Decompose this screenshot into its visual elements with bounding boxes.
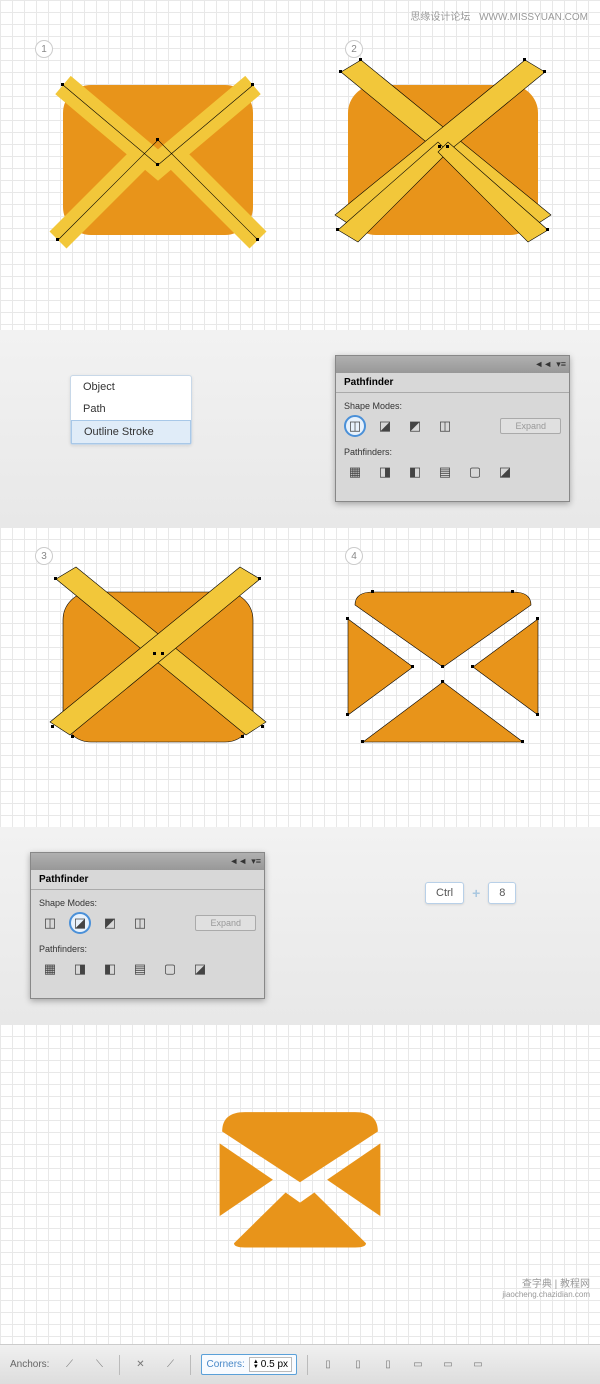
shape-modes-label: Shape Modes: — [344, 401, 561, 411]
footer-watermark: 查字典 | 教程网 jiaocheng.chazidian.com — [502, 1275, 590, 1299]
exclude-icon[interactable]: ◫ — [129, 912, 151, 934]
connect-anchor-icon[interactable]: ⟋ — [160, 1355, 180, 1375]
artwork-step-1[interactable] — [28, 30, 288, 290]
outline-icon[interactable]: ▢ — [159, 958, 181, 980]
anchors-label: Anchors: — [10, 1359, 49, 1370]
key-8: 8 — [488, 882, 516, 904]
menu-path[interactable]: Path — [71, 398, 191, 420]
trim-icon[interactable]: ◨ — [374, 461, 396, 483]
crop-icon[interactable]: ▤ — [129, 958, 151, 980]
minus-front-icon[interactable]: ◪ — [69, 912, 91, 934]
pathfinder-panel-2: ◄◄ ▾≡ Pathfinder Shape Modes: ◫ ◪ ◩ ◫ Ex… — [30, 852, 265, 999]
control-panel-toolbar: Anchors: ⟋ ⟍ ✕ ⟋ Corners: ▲▼ 0.5 px ▯ ▯ … — [0, 1344, 600, 1384]
convert-smooth-icon[interactable]: ⟋ — [59, 1355, 79, 1375]
pathfinder-panel: ◄◄ ▾≡ Pathfinder Shape Modes: ◫ ◪ ◩ ◫ Ex… — [335, 355, 570, 502]
align-center-v-icon[interactable]: ▭ — [438, 1355, 458, 1375]
crop-icon[interactable]: ▤ — [434, 461, 456, 483]
panel-collapse-icon[interactable]: ◄◄ — [534, 359, 552, 370]
expand-button[interactable]: Expand — [500, 418, 561, 434]
panel-menu-icon[interactable]: ▾≡ — [556, 359, 566, 370]
minus-back-icon[interactable]: ◪ — [189, 958, 211, 980]
divide-icon[interactable]: ▦ — [39, 958, 61, 980]
outline-icon[interactable]: ▢ — [464, 461, 486, 483]
align-left-icon[interactable]: ▯ — [318, 1355, 338, 1375]
shape-modes-label: Shape Modes: — [39, 898, 256, 908]
panel-menu-icon[interactable]: ▾≡ — [251, 856, 261, 867]
align-center-h-icon[interactable]: ▯ — [348, 1355, 368, 1375]
menu-object[interactable]: Object — [71, 376, 191, 398]
corners-label: Corners: — [206, 1359, 244, 1370]
align-bottom-icon[interactable]: ▭ — [468, 1355, 488, 1375]
convert-corner-icon[interactable]: ⟍ — [89, 1355, 109, 1375]
menu-outline-stroke[interactable]: Outline Stroke — [71, 420, 191, 444]
pathfinders-label: Pathfinders: — [39, 944, 256, 954]
exclude-icon[interactable]: ◫ — [434, 415, 456, 437]
final-mail-icon — [190, 1074, 410, 1294]
unite-icon[interactable]: ◫ — [344, 415, 366, 437]
intersect-icon[interactable]: ◩ — [404, 415, 426, 437]
unite-icon[interactable]: ◫ — [39, 912, 61, 934]
merge-icon[interactable]: ◧ — [404, 461, 426, 483]
key-ctrl: Ctrl — [425, 882, 464, 904]
merge-icon[interactable]: ◧ — [99, 958, 121, 980]
pathfinder-tab[interactable]: Pathfinder — [31, 870, 264, 890]
keyboard-shortcut: Ctrl + 8 — [425, 882, 516, 904]
watermark: 思缘设计论坛 WWW.MISSYUAN.COM — [410, 8, 588, 23]
align-right-icon[interactable]: ▯ — [378, 1355, 398, 1375]
minus-back-icon[interactable]: ◪ — [494, 461, 516, 483]
pathfinder-tab[interactable]: Pathfinder — [336, 373, 569, 393]
remove-anchor-icon[interactable]: ✕ — [130, 1355, 150, 1375]
trim-icon[interactable]: ◨ — [69, 958, 91, 980]
divide-icon[interactable]: ▦ — [344, 461, 366, 483]
corner-radius-input[interactable]: ▲▼ 0.5 px — [249, 1357, 292, 1372]
minus-front-icon[interactable]: ◪ — [374, 415, 396, 437]
intersect-icon[interactable]: ◩ — [99, 912, 121, 934]
expand-button[interactable]: Expand — [195, 915, 256, 931]
artwork-step-2[interactable] — [313, 30, 573, 290]
artwork-step-4[interactable] — [313, 547, 573, 807]
panel-collapse-icon[interactable]: ◄◄ — [229, 856, 247, 867]
context-menu: Object Path Outline Stroke — [70, 375, 192, 445]
artwork-step-3[interactable] — [28, 547, 288, 807]
pathfinders-label: Pathfinders: — [344, 447, 561, 457]
plus-icon: + — [472, 885, 480, 901]
align-top-icon[interactable]: ▭ — [408, 1355, 428, 1375]
